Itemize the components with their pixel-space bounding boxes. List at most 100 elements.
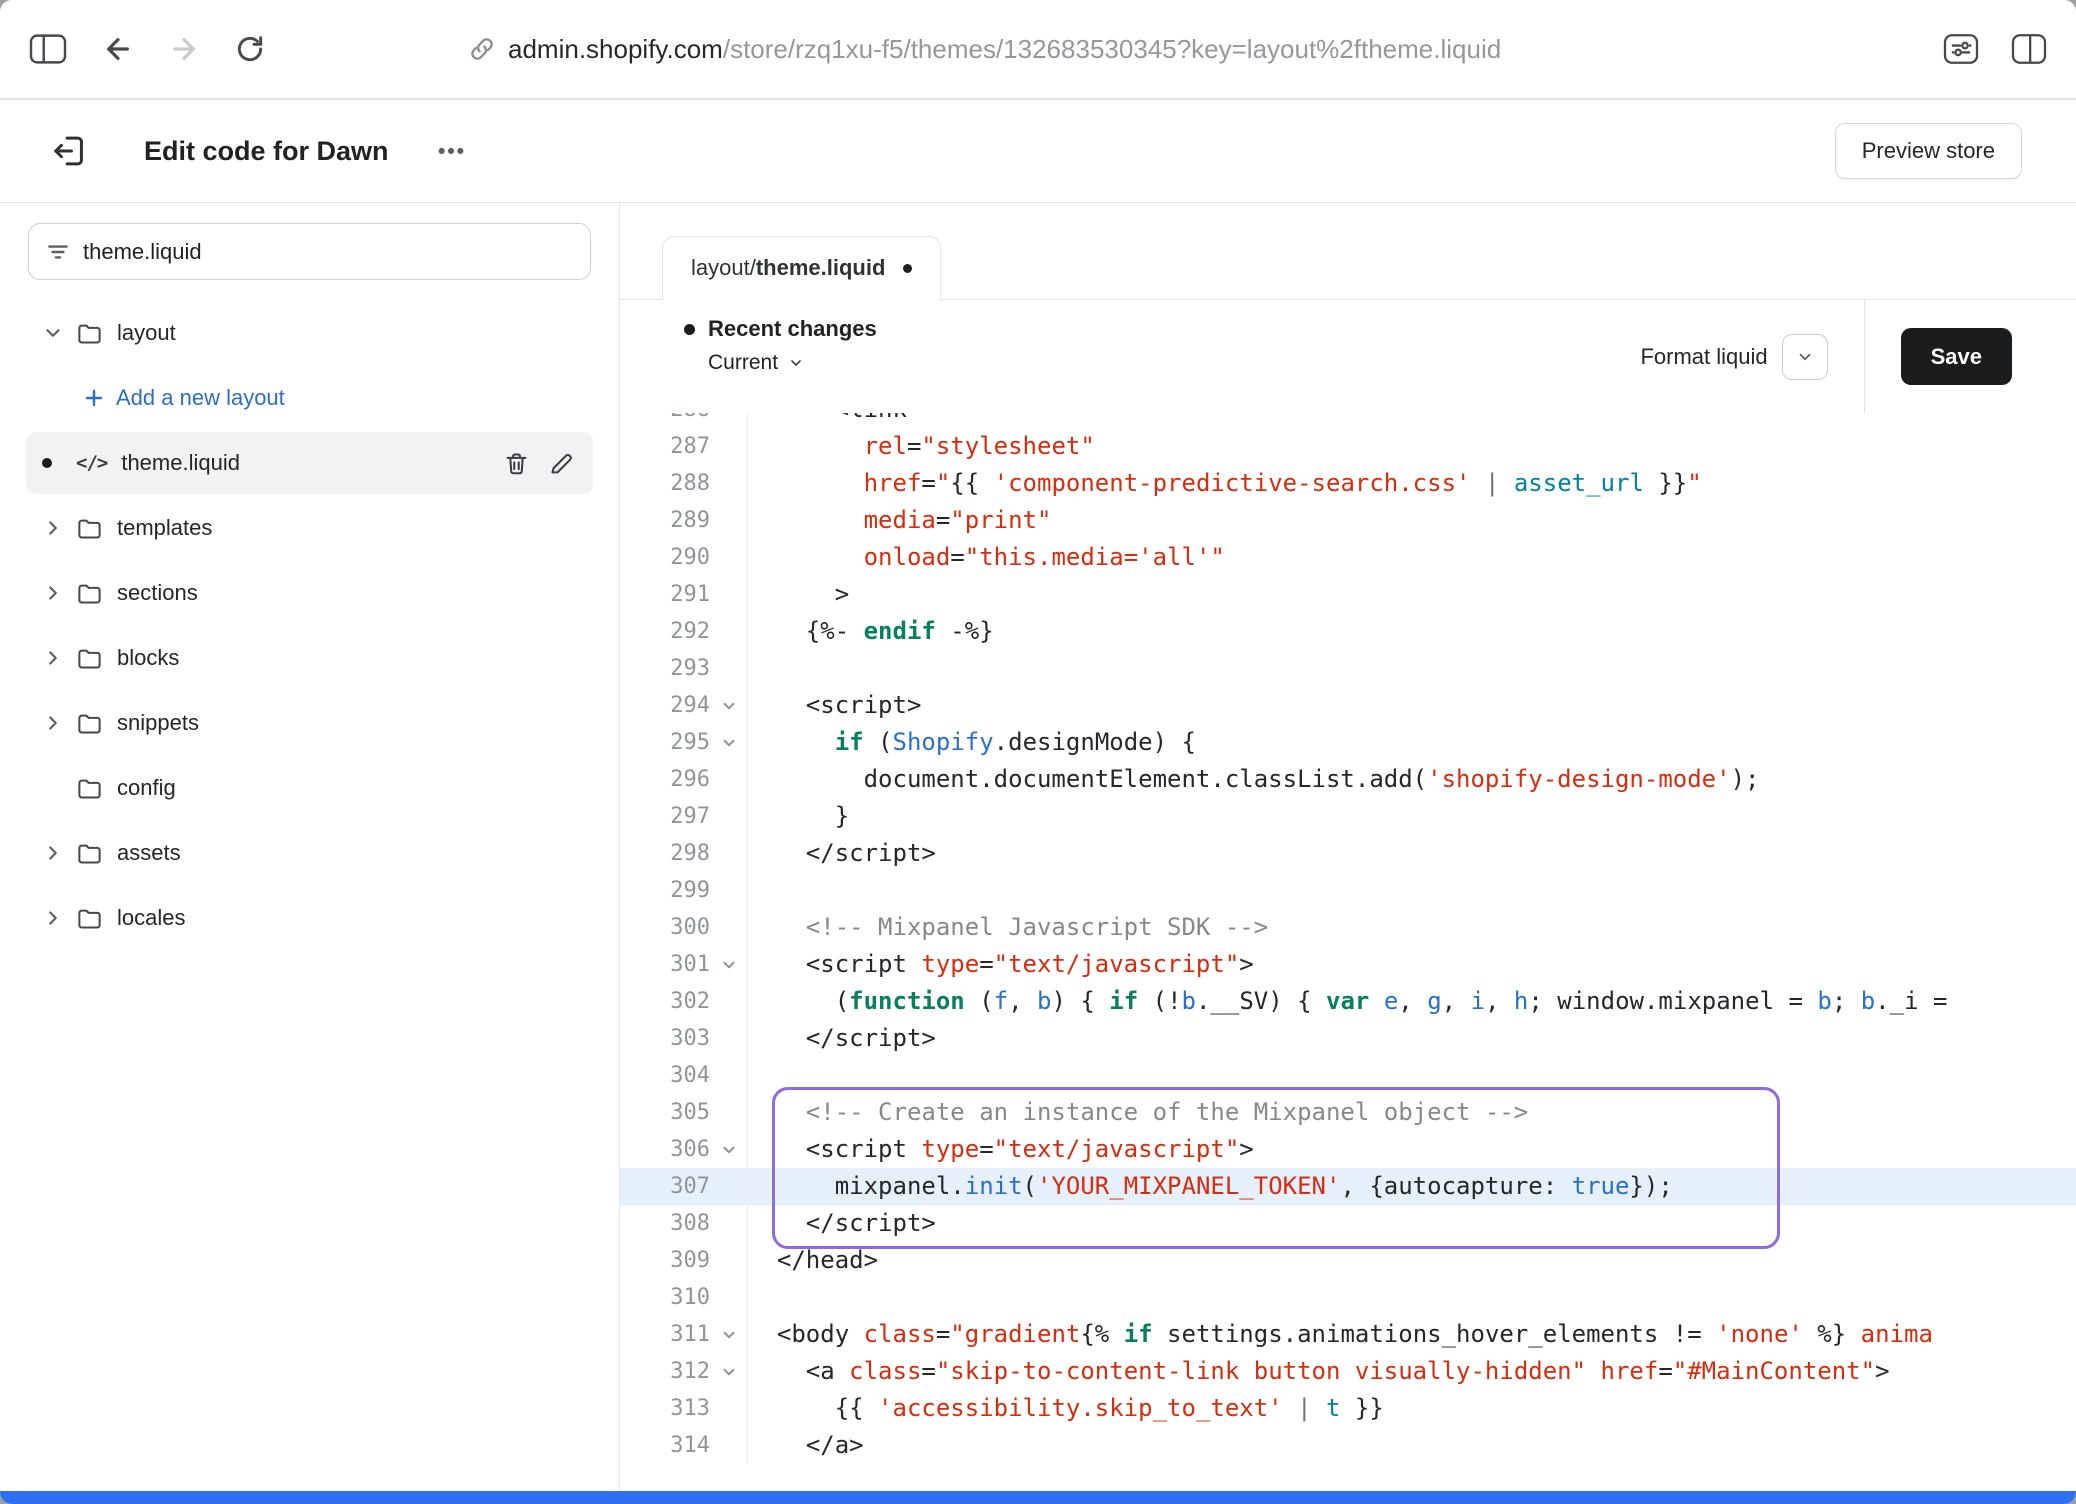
format-options-button[interactable] bbox=[1782, 334, 1828, 380]
code-line-298[interactable]: 298 </script> bbox=[620, 835, 2076, 872]
fold-chevron-icon[interactable] bbox=[710, 724, 748, 761]
line-number: 303 bbox=[620, 1020, 710, 1057]
line-number: 290 bbox=[620, 539, 710, 576]
fold-gutter bbox=[710, 798, 748, 835]
code-line-300[interactable]: 300 <!-- Mixpanel Javascript SDK --> bbox=[620, 909, 2076, 946]
chevron-right-icon[interactable] bbox=[38, 582, 68, 604]
browser-chrome: admin.shopify.com/store/rzq1xu-f5/themes… bbox=[0, 0, 2076, 100]
sidebar-item-layout[interactable]: layout bbox=[26, 302, 593, 364]
code-text: (function (f, b) { if (!b.__SV) { var e,… bbox=[748, 983, 2076, 1020]
sidebar-item-sections[interactable]: sections bbox=[26, 562, 593, 624]
code-editor[interactable]: 286 <link287 rel="stylesheet"288 href="{… bbox=[620, 413, 2076, 1491]
code-line-293[interactable]: 293 bbox=[620, 650, 2076, 687]
code-line-297[interactable]: 297 } bbox=[620, 798, 2076, 835]
code-line-302[interactable]: 302 (function (f, b) { if (!b.__SV) { va… bbox=[620, 983, 2076, 1020]
save-button[interactable]: Save bbox=[1901, 328, 2012, 385]
back-icon[interactable] bbox=[102, 33, 134, 65]
fold-gutter bbox=[710, 465, 748, 502]
code-line-292[interactable]: 292 {%- endif -%} bbox=[620, 613, 2076, 650]
exit-editor-icon[interactable] bbox=[50, 131, 90, 171]
reload-icon[interactable] bbox=[234, 33, 266, 65]
chevron-right-icon[interactable] bbox=[38, 907, 68, 929]
line-number: 289 bbox=[620, 502, 710, 539]
forward-icon[interactable] bbox=[168, 33, 200, 65]
version-dropdown[interactable]: Current bbox=[708, 351, 877, 375]
code-line-308[interactable]: 308 </script> bbox=[620, 1205, 2076, 1242]
fold-chevron-icon[interactable] bbox=[710, 946, 748, 983]
editor-panel: layout/theme.liquid Recent changes Curre… bbox=[620, 203, 2076, 1491]
code-line-306[interactable]: 306 <script type="text/javascript"> bbox=[620, 1131, 2076, 1168]
code-line-309[interactable]: 309 </head> bbox=[620, 1242, 2076, 1279]
code-line-303[interactable]: 303 </script> bbox=[620, 1020, 2076, 1057]
code-line-296[interactable]: 296 document.documentElement.classList.a… bbox=[620, 761, 2076, 798]
sidebar-item-templates[interactable]: templates bbox=[26, 497, 593, 559]
chevron-right-icon[interactable] bbox=[38, 712, 68, 734]
sidebar-item-theme-liquid[interactable]: </>theme.liquid bbox=[26, 432, 593, 494]
more-actions-icon[interactable] bbox=[435, 135, 467, 167]
code-line-314[interactable]: 314 </a> bbox=[620, 1427, 2076, 1464]
fold-chevron-icon[interactable] bbox=[710, 1316, 748, 1353]
sidebar-item-label: locales bbox=[117, 905, 185, 931]
preview-store-button[interactable]: Preview store bbox=[1835, 123, 2022, 179]
sidebar-toggle-icon[interactable] bbox=[28, 32, 68, 66]
folder-icon bbox=[76, 320, 103, 347]
code-text: mixpanel.init('YOUR_MIXPANEL_TOKEN', {au… bbox=[748, 1168, 2076, 1205]
sidebar-item-config[interactable]: config bbox=[26, 757, 593, 819]
browser-settings-icon[interactable] bbox=[1942, 33, 1980, 65]
line-number: 306 bbox=[620, 1131, 710, 1168]
code-line-291[interactable]: 291 > bbox=[620, 576, 2076, 613]
delete-file-icon[interactable] bbox=[503, 450, 530, 477]
fold-chevron-icon[interactable] bbox=[710, 687, 748, 724]
line-number: 311 bbox=[620, 1316, 710, 1353]
code-text: media="print" bbox=[748, 502, 2076, 539]
chevron-right-icon[interactable] bbox=[38, 842, 68, 864]
sidebar-item-locales[interactable]: locales bbox=[26, 887, 593, 949]
chevron-right-icon[interactable] bbox=[38, 517, 68, 539]
code-text: } bbox=[748, 798, 2076, 835]
code-line-287[interactable]: 287 rel="stylesheet" bbox=[620, 428, 2076, 465]
code-line-286[interactable]: 286 <link bbox=[620, 413, 2076, 428]
code-line-310[interactable]: 310 bbox=[620, 1279, 2076, 1316]
address-bar[interactable]: admin.shopify.com/store/rzq1xu-f5/themes… bbox=[468, 0, 1501, 98]
code-line-289[interactable]: 289 media="print" bbox=[620, 502, 2076, 539]
fold-gutter bbox=[710, 539, 748, 576]
code-line-313[interactable]: 313 {{ 'accessibility.skip_to_text' | t … bbox=[620, 1390, 2076, 1427]
fold-gutter bbox=[710, 502, 748, 539]
fold-chevron-icon[interactable] bbox=[710, 1131, 748, 1168]
fold-chevron-icon[interactable] bbox=[710, 1353, 748, 1390]
line-number: 286 bbox=[620, 413, 710, 428]
sidebar-item-add-layout[interactable]: Add a new layout bbox=[26, 367, 593, 429]
split-view-icon[interactable] bbox=[2010, 33, 2048, 65]
format-liquid-button[interactable]: Format liquid bbox=[1640, 344, 1767, 370]
chevron-right-icon[interactable] bbox=[38, 647, 68, 669]
tab-strip: layout/theme.liquid bbox=[620, 203, 2076, 300]
editor-toolbar: Recent changes Current Format liquid Sav… bbox=[620, 300, 2076, 413]
line-number: 310 bbox=[620, 1279, 710, 1316]
code-line-311[interactable]: 311 <body class="gradient{% if settings.… bbox=[620, 1316, 2076, 1353]
code-text: href="{{ 'component-predictive-search.cs… bbox=[748, 465, 2076, 502]
sidebar-item-assets[interactable]: assets bbox=[26, 822, 593, 884]
code-line-290[interactable]: 290 onload="this.media='all'" bbox=[620, 539, 2076, 576]
chevron-down-icon[interactable] bbox=[38, 322, 68, 344]
code-line-307[interactable]: 307 mixpanel.init('YOUR_MIXPANEL_TOKEN',… bbox=[620, 1168, 2076, 1205]
tab-theme-liquid[interactable]: layout/theme.liquid bbox=[662, 236, 941, 300]
code-line-305[interactable]: 305 <!-- Create an instance of the Mixpa… bbox=[620, 1094, 2076, 1131]
file-search-box[interactable] bbox=[28, 223, 591, 280]
line-number: 287 bbox=[620, 428, 710, 465]
sidebar-item-snippets[interactable]: snippets bbox=[26, 692, 593, 754]
rename-file-icon[interactable] bbox=[548, 450, 575, 477]
fold-gutter bbox=[710, 576, 748, 613]
file-search-input[interactable] bbox=[83, 239, 574, 265]
line-number: 291 bbox=[620, 576, 710, 613]
folder-icon bbox=[76, 645, 103, 672]
sidebar-item-blocks[interactable]: blocks bbox=[26, 627, 593, 689]
code-line-301[interactable]: 301 <script type="text/javascript"> bbox=[620, 946, 2076, 983]
code-line-294[interactable]: 294 <script> bbox=[620, 687, 2076, 724]
fold-gutter bbox=[710, 1057, 748, 1094]
fold-gutter bbox=[710, 1205, 748, 1242]
code-line-288[interactable]: 288 href="{{ 'component-predictive-searc… bbox=[620, 465, 2076, 502]
code-line-295[interactable]: 295 if (Shopify.designMode) { bbox=[620, 724, 2076, 761]
code-line-299[interactable]: 299 bbox=[620, 872, 2076, 909]
code-line-312[interactable]: 312 <a class="skip-to-content-link butto… bbox=[620, 1353, 2076, 1390]
code-line-304[interactable]: 304 bbox=[620, 1057, 2076, 1094]
